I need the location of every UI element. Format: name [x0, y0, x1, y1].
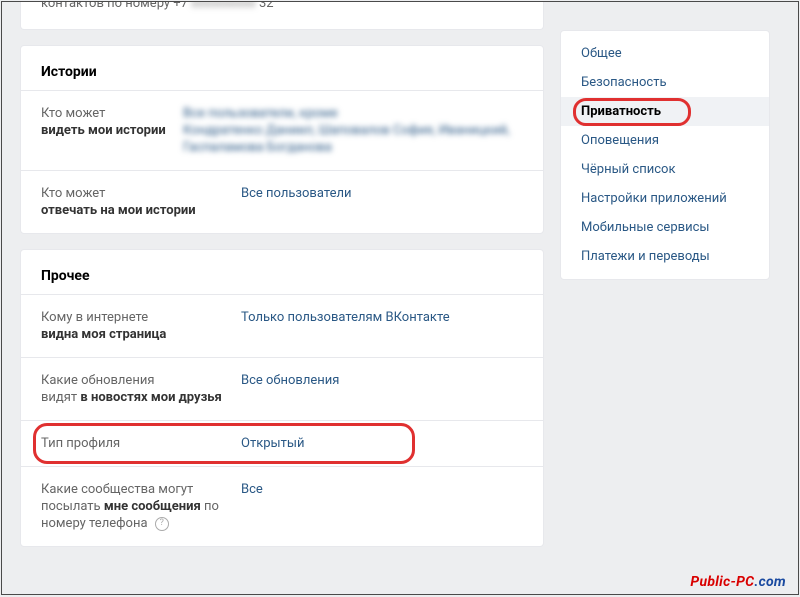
story-view-label: Кто может видеть мои истории [41, 105, 183, 139]
sidebar-item-mobile[interactable]: Мобильные сервисы [561, 213, 769, 242]
watermark-part2: .com [754, 574, 786, 590]
sidebar-item-app-settings[interactable]: Настройки приложений [561, 184, 769, 213]
stories-section: Истории Кто может видеть мои истории Все… [20, 45, 544, 234]
story-view-value[interactable]: Все пользователи, кроме Кондратенко Дани… [183, 105, 523, 156]
story-reply-row: Кто может отвечать на мои истории Все по… [21, 170, 543, 233]
sidebar-menu: Общее Безопасность Приватность Оповещени… [560, 30, 770, 280]
other-section: Прочее Кому в интернете видна моя страни… [20, 249, 544, 547]
news-updates-value[interactable]: Все обновления [241, 372, 339, 389]
fragment-prefix: контактов по номеру +7 [41, 1, 188, 11]
story-reply-label: Кто может отвечать на мои истории [41, 185, 241, 219]
other-title: Прочее [21, 250, 543, 294]
fragment-suffix: 32 [259, 1, 274, 11]
page-visibility-value[interactable]: Только пользователям ВКонтакте [241, 309, 450, 326]
sidebar-item-blacklist[interactable]: Чёрный список [561, 155, 769, 184]
page-visibility-row: Кому в интернете видна моя страница Толь… [21, 294, 543, 357]
sidebar-item-notifications[interactable]: Оповещения [561, 126, 769, 155]
watermark-part1: Public-PC [690, 574, 754, 590]
main-content: контактов по номеру +7 xxxxxxxxxx 32 Ист… [20, 2, 544, 594]
page-visibility-label: Кому в интернете видна моя страница [41, 309, 241, 343]
community-messages-row: Какие сообщества могут посылать мне сооб… [21, 466, 543, 546]
profile-type-label: Тип профиля [41, 435, 241, 452]
watermark: Public-PC.com [690, 574, 786, 590]
sidebar-item-security[interactable]: Безопасность [561, 68, 769, 97]
community-messages-label: Какие сообщества могут посылать мне сооб… [41, 481, 241, 532]
sidebar-item-privacy[interactable]: Приватность [561, 97, 769, 126]
story-reply-value[interactable]: Все пользователи [241, 185, 352, 202]
sidebar-item-payments[interactable]: Платежи и переводы [561, 242, 769, 271]
community-messages-value[interactable]: Все [241, 481, 263, 498]
fragment-blurred: xxxxxxxxxx [191, 1, 256, 11]
help-icon[interactable]: ? [155, 517, 169, 531]
story-view-row: Кто может видеть мои истории Все пользов… [21, 90, 543, 170]
profile-type-value[interactable]: Открытый [241, 435, 304, 452]
settings-sidebar: Общее Безопасность Приватность Оповещени… [560, 2, 770, 594]
news-updates-label: Какие обновления видят в новостях мои др… [41, 372, 241, 406]
profile-type-row: Тип профиля Открытый [21, 420, 543, 466]
prev-section-fragment: контактов по номеру +7 xxxxxxxxxx 32 [20, 2, 544, 30]
news-updates-row: Какие обновления видят в новостях мои др… [21, 357, 543, 420]
stories-title: Истории [21, 46, 543, 90]
sidebar-item-general[interactable]: Общее [561, 39, 769, 68]
highlight-indicator [573, 98, 691, 126]
